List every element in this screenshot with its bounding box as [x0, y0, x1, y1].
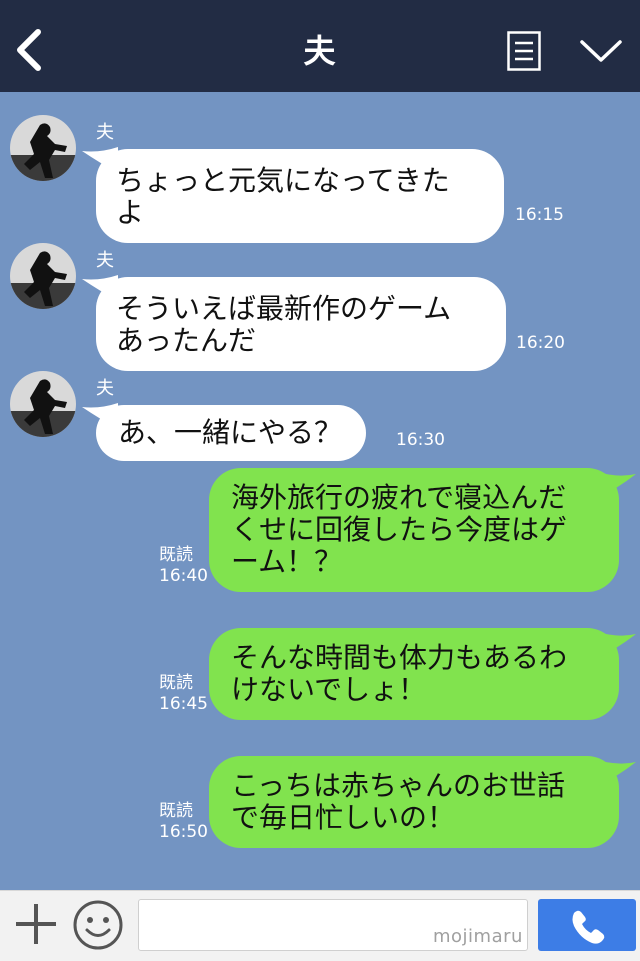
avatar-photo — [10, 243, 76, 309]
message-bubble[interactable]: そういえば最新作のゲーム あったんだ — [96, 277, 506, 371]
message-time: 16:20 — [516, 333, 565, 353]
bubble-tail — [598, 632, 636, 658]
message-bubble[interactable]: 海外旅行の疲れで寝込んだ くせに回復したら今度はゲ ーム！？ — [209, 468, 619, 592]
message-time: 16:30 — [396, 430, 445, 450]
read-receipt: 既読 16:45 — [159, 673, 208, 714]
message-bubble[interactable]: ちょっと元気になってきた よ — [96, 149, 504, 243]
sender-name: 夫 — [96, 378, 114, 399]
chat-title: 夫 — [303, 32, 337, 70]
message-bubble[interactable]: こっちは赤ちゃんのお世話 で毎日忙しいの！ — [209, 756, 619, 848]
sender-name: 夫 — [96, 250, 114, 271]
watermark-text: mojimaru — [433, 926, 523, 947]
smiley-icon[interactable] — [72, 899, 124, 951]
avatar[interactable] — [10, 115, 76, 181]
avatar[interactable] — [10, 371, 76, 437]
plus-icon[interactable] — [14, 902, 58, 946]
call-button[interactable] — [538, 899, 636, 951]
bubble-tail — [598, 472, 636, 498]
chat-header: 夫 — [0, 0, 640, 92]
message-time: 16:15 — [515, 205, 564, 225]
sender-name: 夫 — [96, 122, 114, 143]
phone-icon — [572, 910, 605, 944]
read-receipt: 既読 16:40 — [159, 545, 208, 586]
chevron-down-icon[interactable] — [578, 34, 624, 68]
avatar-photo — [10, 371, 76, 437]
bubble-tail — [598, 760, 636, 786]
message-composer: mojimaru — [0, 890, 640, 961]
avatar-photo — [10, 115, 76, 181]
avatar[interactable] — [10, 243, 76, 309]
read-receipt: 既読 16:50 — [159, 801, 208, 842]
notes-icon[interactable] — [507, 31, 541, 71]
message-bubble[interactable]: そんな時間も体力もあるわ けないでしょ！ — [209, 628, 619, 720]
message-bubble[interactable]: あ、一緒にやる？ — [96, 405, 367, 461]
